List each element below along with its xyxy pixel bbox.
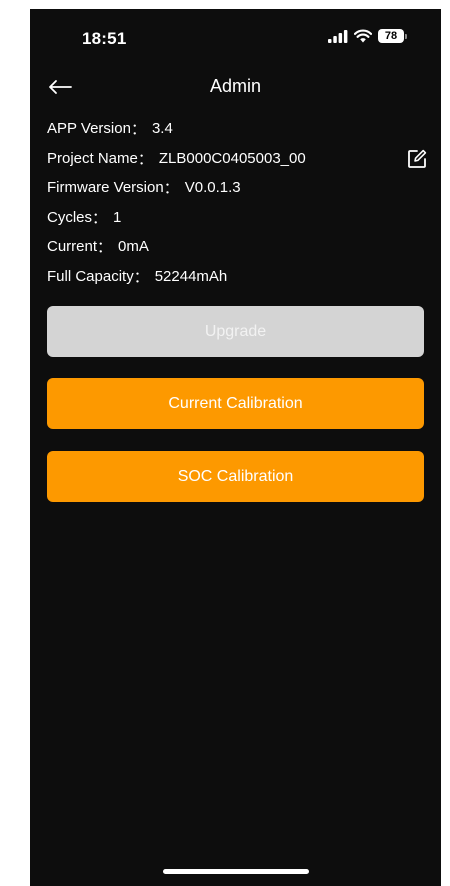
separator: ： bbox=[137, 150, 153, 168]
project-name-value: ZLB000C0405003_00 bbox=[158, 149, 306, 167]
wifi-icon bbox=[354, 29, 372, 43]
cycles-row: Cycles ： 1 bbox=[47, 203, 427, 233]
edit-project-name-button[interactable] bbox=[405, 147, 429, 171]
cycles-value: 1 bbox=[113, 208, 122, 226]
cycles-label: Cycles bbox=[47, 208, 93, 226]
battery-icon: 78 bbox=[378, 29, 407, 43]
info-list: APP Version ： 3.4 Project Name ： ZLB000C… bbox=[47, 114, 427, 291]
project-name-label: Project Name bbox=[47, 149, 138, 167]
signal-icon bbox=[328, 29, 348, 43]
current-row: Current ： 0mA bbox=[47, 232, 427, 262]
battery-level: 78 bbox=[378, 29, 404, 43]
battery-cap bbox=[405, 33, 407, 39]
upgrade-button[interactable]: Upgrade bbox=[47, 306, 424, 357]
project-name-row: Project Name ： ZLB000C0405003_00 bbox=[47, 144, 427, 174]
separator: ： bbox=[97, 239, 113, 257]
full-capacity-label: Full Capacity bbox=[47, 267, 134, 285]
edit-icon bbox=[408, 149, 427, 168]
status-icons: 78 bbox=[328, 29, 407, 43]
separator: ： bbox=[130, 121, 146, 139]
separator: ： bbox=[163, 180, 179, 198]
app-screen: 18:51 78 Admin APP Version ： 3.4 Project… bbox=[30, 9, 441, 886]
home-indicator[interactable] bbox=[163, 869, 309, 874]
app-version-row: APP Version ： 3.4 bbox=[47, 114, 427, 144]
current-value: 0mA bbox=[118, 238, 149, 256]
full-capacity-row: Full Capacity ： 52244mAh bbox=[47, 262, 427, 292]
current-calibration-button[interactable]: Current Calibration bbox=[47, 378, 424, 429]
firmware-version-row: Firmware Version ： V0.0.1.3 bbox=[47, 173, 427, 203]
separator: ： bbox=[133, 268, 149, 286]
app-version-label: APP Version bbox=[47, 120, 131, 138]
app-version-value: 3.4 bbox=[151, 120, 173, 138]
status-bar: 18:51 78 bbox=[30, 9, 441, 59]
page-title: Admin bbox=[209, 76, 262, 96]
nav-bar: Admin bbox=[30, 71, 441, 103]
current-label: Current bbox=[47, 238, 98, 256]
separator: ： bbox=[92, 209, 108, 227]
status-time: 18:51 bbox=[82, 29, 127, 48]
full-capacity-value: 52244mAh bbox=[154, 267, 228, 285]
firmware-version-label: Firmware Version bbox=[47, 179, 164, 197]
soc-calibration-button[interactable]: SOC Calibration bbox=[47, 451, 424, 502]
firmware-version-value: V0.0.1.3 bbox=[184, 179, 241, 197]
